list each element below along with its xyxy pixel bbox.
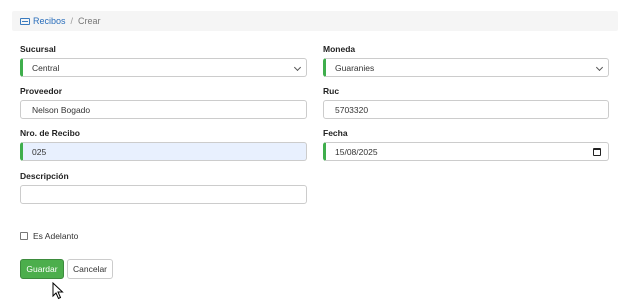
chevron-down-icon (595, 63, 604, 72)
breadcrumb: Recibos / Crear (12, 11, 618, 31)
cancel-button[interactable]: Cancelar (67, 259, 113, 279)
es-adelanto-row[interactable]: Es Adelanto (20, 231, 78, 241)
breadcrumb-separator: / (70, 16, 74, 26)
fecha-value: 15/08/2025 (335, 146, 378, 157)
moneda-value: Guaranies (335, 62, 375, 73)
sucursal-label: Sucursal (20, 44, 56, 54)
moneda-select[interactable]: Guaranies (323, 58, 609, 77)
proveedor-input[interactable]: Nelson Bogado (20, 100, 307, 119)
proveedor-value: Nelson Bogado (32, 104, 91, 115)
ruc-value: 5703320 (335, 104, 369, 115)
ruc-input[interactable]: 5703320 (323, 100, 609, 119)
sucursal-value: Central (32, 62, 60, 73)
nro-recibo-value: 025 (32, 146, 47, 157)
chevron-down-icon (293, 63, 302, 72)
mouse-cursor-icon (52, 282, 64, 300)
calendar-icon[interactable] (593, 148, 601, 156)
ruc-label: Ruc (323, 86, 340, 96)
receipt-icon (20, 17, 30, 25)
page: Recibos / Crear Sucursal Central Moneda … (0, 0, 622, 300)
breadcrumb-link-recibos[interactable]: Recibos (33, 16, 66, 26)
sucursal-select[interactable]: Central (20, 58, 307, 77)
descripcion-label: Descripción (20, 171, 69, 181)
proveedor-label: Proveedor (20, 86, 63, 96)
fecha-label: Fecha (323, 128, 348, 138)
save-button[interactable]: Guardar (20, 259, 64, 279)
descripcion-input[interactable] (20, 185, 307, 204)
breadcrumb-current: Crear (78, 16, 101, 26)
es-adelanto-checkbox[interactable] (20, 232, 28, 240)
nro-recibo-label: Nro. de Recibo (20, 128, 80, 138)
fecha-input[interactable]: 15/08/2025 (323, 142, 609, 161)
moneda-label: Moneda (323, 44, 356, 54)
nro-recibo-input[interactable]: 025 (20, 142, 307, 161)
es-adelanto-label: Es Adelanto (33, 231, 79, 241)
